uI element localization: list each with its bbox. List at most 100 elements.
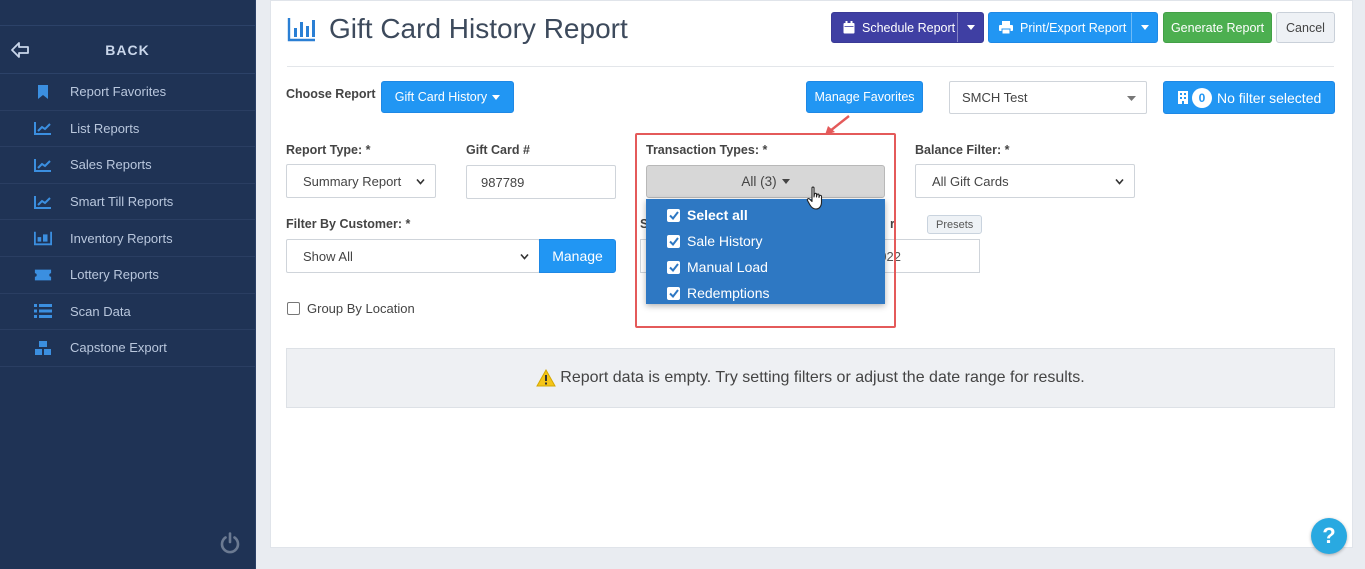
caret-down-icon bbox=[966, 25, 975, 30]
checkbox-checked-icon[interactable] bbox=[667, 208, 680, 222]
generate-report-label: Generate Report bbox=[1170, 20, 1265, 35]
line-chart-icon bbox=[34, 156, 52, 174]
manage-favorites-label: Manage Favorites bbox=[814, 90, 915, 104]
hand-cursor-icon bbox=[806, 186, 823, 210]
presets-label: Presets bbox=[936, 218, 974, 231]
sidebar-item-capstone-export[interactable]: Capstone Export bbox=[0, 330, 255, 367]
presets-button[interactable]: Presets bbox=[927, 215, 983, 234]
report-type-label: Report Type: * bbox=[286, 143, 371, 157]
ticket-icon bbox=[34, 266, 52, 284]
gift-card-value: 987789 bbox=[481, 174, 525, 190]
annotation-arrow-icon bbox=[825, 115, 850, 135]
transaction-option-label: Manual Load bbox=[687, 259, 768, 275]
page-title-wrap: Gift Card History Report bbox=[287, 13, 628, 45]
sidebar-item-inventory-reports[interactable]: Inventory Reports bbox=[0, 220, 255, 257]
transaction-types-value: All (3) bbox=[741, 174, 777, 189]
generate-report-button[interactable]: Generate Report bbox=[1163, 12, 1272, 43]
printer-icon bbox=[999, 21, 1013, 34]
sidebar-item-report-favorites[interactable]: Report Favorites bbox=[0, 74, 255, 111]
sidebar-item-label: Capstone Export bbox=[70, 340, 167, 356]
print-export-dropdown[interactable] bbox=[1131, 13, 1157, 42]
caret-down-icon bbox=[781, 179, 790, 184]
print-export-report-button[interactable]: Print/Export Report bbox=[988, 12, 1158, 43]
print-export-label: Print/Export Report bbox=[1020, 20, 1127, 35]
building-icon bbox=[1178, 91, 1188, 104]
sidebar-item-list-reports[interactable]: List Reports bbox=[0, 111, 255, 148]
power-icon[interactable] bbox=[218, 531, 242, 555]
title-divider bbox=[287, 66, 1334, 67]
sidebar-item-smart-till-reports[interactable]: Smart Till Reports bbox=[0, 184, 255, 221]
transaction-option-sale-history[interactable]: Sale History bbox=[646, 228, 885, 254]
report-type-value: Summary Report bbox=[303, 173, 402, 189]
transaction-types-label: Transaction Types: * bbox=[646, 143, 768, 157]
checkbox-checked-icon[interactable] bbox=[667, 260, 680, 274]
line-chart-icon bbox=[34, 119, 52, 137]
transaction-option-label: Select all bbox=[687, 207, 748, 223]
chevron-down-icon bbox=[1115, 178, 1124, 185]
customer-filter-value: Show All bbox=[303, 248, 353, 264]
caret-down-icon bbox=[1127, 96, 1136, 101]
group-by-location-checkbox[interactable]: Group By Location bbox=[287, 301, 415, 316]
customer-filter-select[interactable]: Show All bbox=[286, 239, 540, 273]
page-title: Gift Card History Report bbox=[329, 13, 628, 44]
sidebar-item-label: Smart Till Reports bbox=[70, 194, 174, 210]
sidebar-item-label: Lottery Reports bbox=[70, 267, 159, 283]
group-by-location-label: Group By Location bbox=[307, 301, 415, 316]
transaction-types-dropdown-toggle[interactable]: All (3) bbox=[646, 165, 885, 198]
caret-down-icon bbox=[492, 94, 501, 100]
gift-card-input[interactable]: 987789 bbox=[466, 165, 616, 199]
checkbox-checked-icon[interactable] bbox=[667, 286, 680, 300]
transaction-option-manual-load[interactable]: Manual Load bbox=[646, 254, 885, 280]
transaction-option-select-all[interactable]: Select all bbox=[646, 202, 885, 228]
inventory-icon bbox=[34, 229, 52, 247]
boxes-icon bbox=[34, 339, 52, 357]
balance-filter-select[interactable]: All Gift Cards bbox=[915, 164, 1135, 198]
empty-report-panel: Report data is empty. Try setting filter… bbox=[286, 348, 1335, 408]
back-arrow-icon bbox=[11, 42, 29, 58]
chevron-down-icon bbox=[520, 253, 529, 260]
warning-icon bbox=[536, 369, 557, 387]
sidebar-item-label: Report Favorites bbox=[70, 84, 167, 100]
filter-count-badge: 0 bbox=[1192, 87, 1212, 108]
manage-favorites-button[interactable]: Manage Favorites bbox=[806, 81, 923, 113]
sidebar-top-strip bbox=[0, 0, 255, 26]
sidebar-item-label: List Reports bbox=[70, 120, 140, 136]
customer-filter-label: Filter By Customer: * bbox=[286, 217, 411, 231]
schedule-report-label: Schedule Report bbox=[862, 20, 956, 35]
caret-down-icon bbox=[1140, 25, 1149, 30]
cancel-label: Cancel bbox=[1286, 20, 1325, 35]
manage-label: Manage bbox=[552, 248, 603, 264]
sidebar-item-sales-reports[interactable]: Sales Reports bbox=[0, 147, 255, 184]
transaction-option-label: Redemptions bbox=[687, 285, 770, 301]
store-select[interactable]: SMCH Test bbox=[949, 81, 1147, 114]
sidebar-item-label: Sales Reports bbox=[70, 157, 152, 173]
chevron-down-icon bbox=[416, 178, 425, 185]
report-type-select[interactable]: Summary Report bbox=[286, 164, 436, 198]
transaction-types-menu: Select all Sale History Manual Load Rede… bbox=[646, 199, 885, 304]
checkbox-checked-icon[interactable] bbox=[667, 234, 680, 248]
transaction-option-label: Sale History bbox=[687, 233, 763, 249]
bookmark-icon bbox=[34, 83, 52, 101]
empty-message: Report data is empty. Try setting filter… bbox=[560, 369, 1085, 386]
line-chart-icon bbox=[34, 193, 52, 211]
schedule-report-button[interactable]: Schedule Report bbox=[831, 12, 984, 43]
location-filter-button[interactable]: 0 No filter selected bbox=[1163, 81, 1335, 114]
gift-card-label: Gift Card # bbox=[466, 143, 530, 157]
sidebar-item-scan-data[interactable]: Scan Data bbox=[0, 294, 255, 331]
checkbox-box[interactable] bbox=[287, 302, 300, 315]
back-label: BACK bbox=[105, 41, 150, 58]
choose-report-button[interactable]: Gift Card History bbox=[381, 81, 514, 113]
calendar-icon bbox=[843, 21, 855, 34]
filter-label: No filter selected bbox=[1217, 89, 1322, 106]
cancel-button[interactable]: Cancel bbox=[1276, 12, 1335, 43]
store-select-value: SMCH Test bbox=[962, 90, 1028, 105]
list-icon bbox=[34, 302, 52, 320]
sidebar: BACK Report Favorites List Reports Sales… bbox=[0, 0, 256, 569]
back-button[interactable]: BACK bbox=[0, 26, 255, 74]
schedule-report-dropdown[interactable] bbox=[957, 13, 983, 42]
transaction-option-redemptions[interactable]: Redemptions bbox=[646, 280, 885, 306]
help-button[interactable]: ? bbox=[1311, 518, 1347, 554]
manage-customer-button[interactable]: Manage bbox=[539, 239, 616, 273]
balance-filter-value: All Gift Cards bbox=[932, 173, 1009, 189]
sidebar-item-lottery-reports[interactable]: Lottery Reports bbox=[0, 257, 255, 294]
